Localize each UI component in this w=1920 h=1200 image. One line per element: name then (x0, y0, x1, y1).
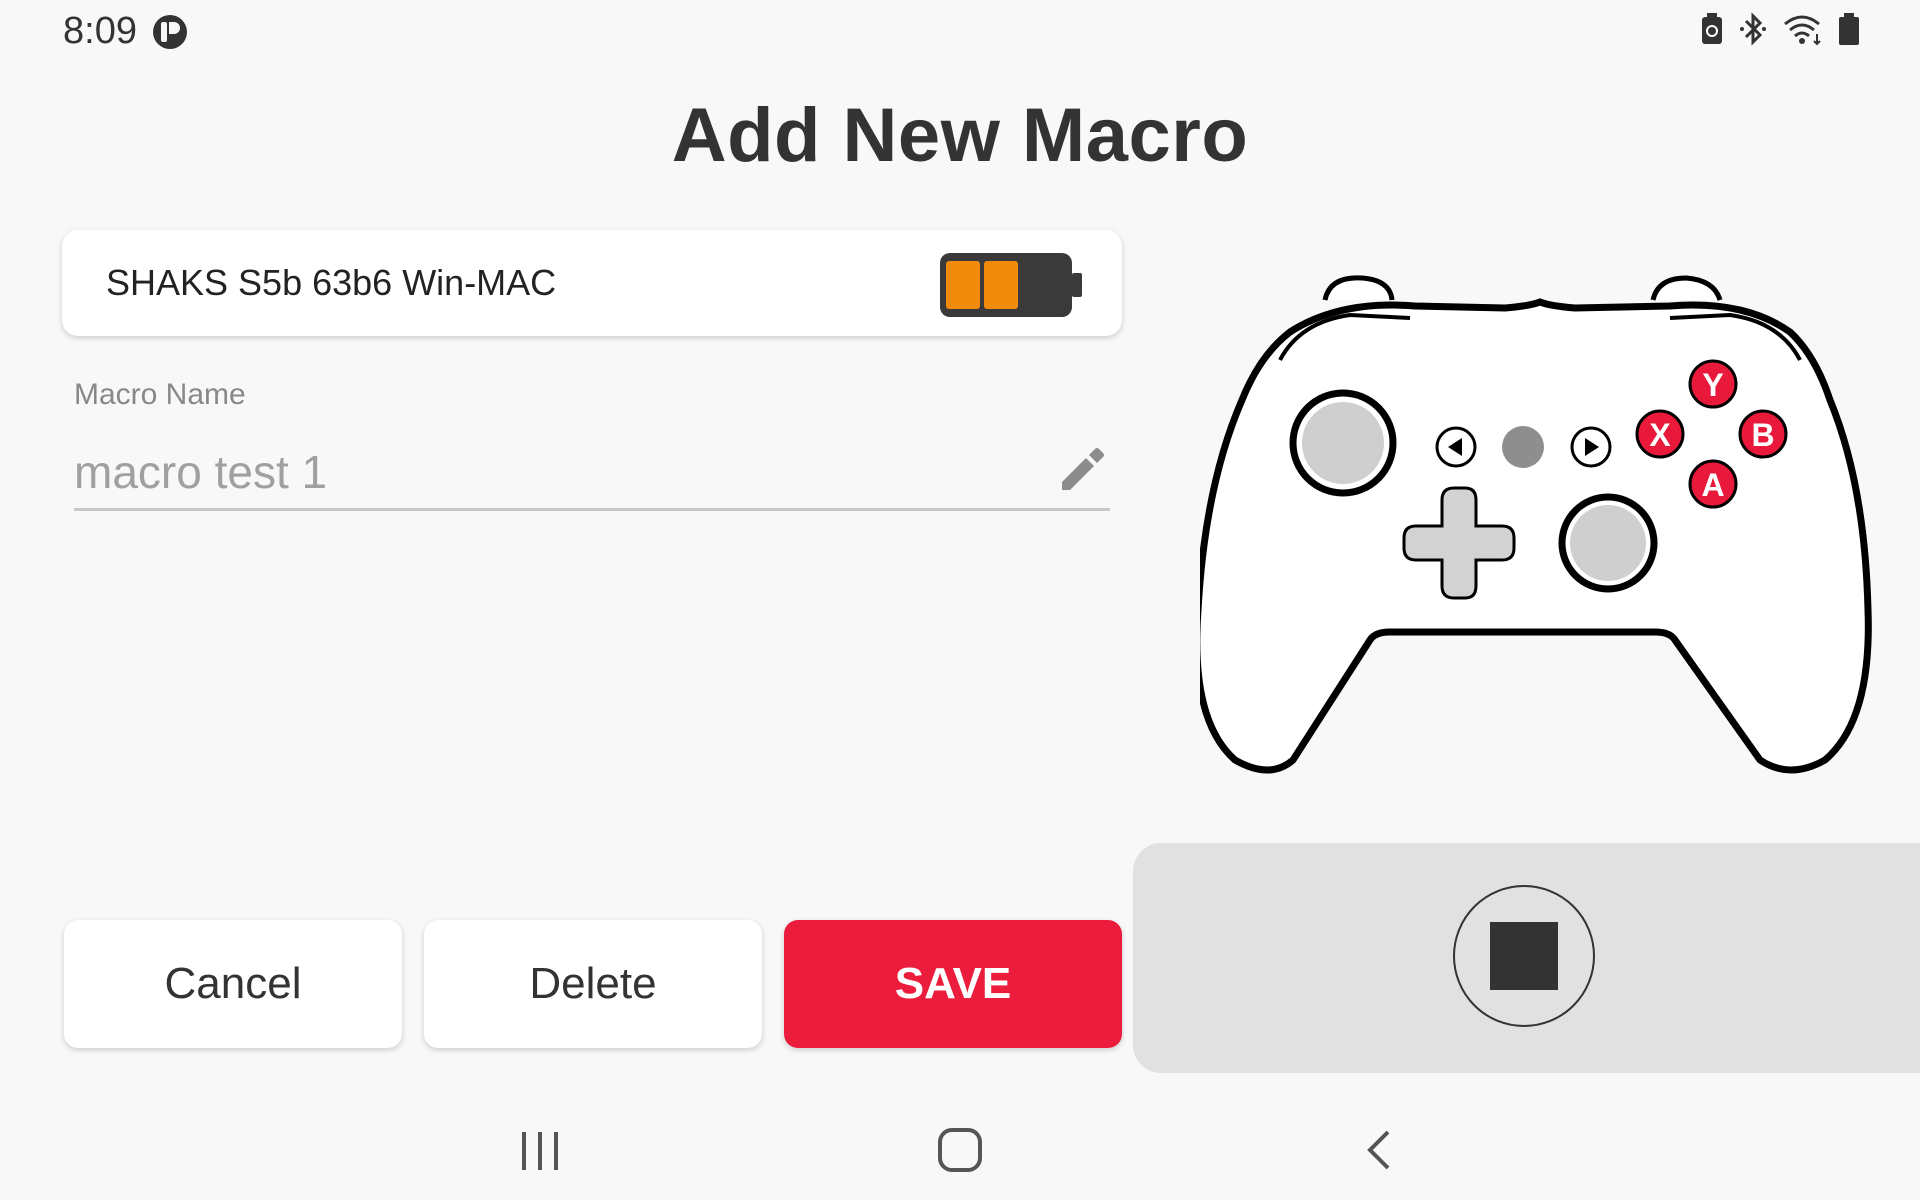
home-nav-button[interactable] (920, 1110, 1000, 1190)
controller-body (1193, 298, 1872, 774)
a-button: A (1688, 459, 1738, 509)
macro-name-label: Macro Name (74, 378, 246, 411)
left-bumper (1322, 275, 1395, 301)
cancel-button[interactable]: Cancel (64, 920, 402, 1048)
back-icon (1367, 1130, 1390, 1170)
save-button[interactable]: SAVE (784, 920, 1122, 1048)
b-button-label: B (1751, 417, 1774, 453)
status-icons (1700, 12, 1860, 46)
recents-button[interactable] (500, 1110, 580, 1190)
start-button (1570, 426, 1612, 468)
stop-recording-button[interactable] (1453, 885, 1595, 1027)
navigation-bar (0, 1100, 1920, 1200)
record-panel (1133, 843, 1920, 1073)
pencil-icon[interactable] (1054, 444, 1106, 501)
controller-illustration: Y X B A (1193, 270, 1880, 795)
home-button (1502, 426, 1544, 468)
recents-icon (522, 1132, 558, 1170)
macro-name-input[interactable] (74, 436, 1110, 511)
page-title: Add New Macro (671, 93, 1249, 178)
left-thumbstick (1289, 389, 1397, 497)
device-card[interactable]: SHAKS S5b 63b6 Win-MAC (62, 230, 1122, 336)
battery-icon (1838, 12, 1860, 46)
home-icon (938, 1128, 982, 1172)
b-button: B (1738, 409, 1788, 459)
battery-cell (984, 261, 1018, 309)
stop-icon (1490, 922, 1558, 990)
battery-cell (946, 261, 980, 309)
a-button-label: A (1701, 467, 1724, 503)
right-bumper (1650, 275, 1723, 301)
back-button[interactable] (1340, 1110, 1420, 1190)
delete-button[interactable]: Delete (424, 920, 762, 1048)
select-button (1435, 426, 1477, 468)
app-badge-icon (152, 14, 188, 50)
bluetooth-icon (1738, 12, 1768, 46)
battery-saver-icon (1700, 12, 1724, 46)
y-button: Y (1688, 359, 1738, 409)
battery-cell (1022, 261, 1056, 309)
device-name: SHAKS S5b 63b6 Win-MAC (106, 262, 557, 303)
wifi-icon (1782, 12, 1824, 46)
battery-level-icon (940, 253, 1082, 322)
x-button-label: X (1649, 417, 1671, 453)
status-time: 8:09 (63, 10, 137, 52)
right-thumbstick (1558, 493, 1658, 593)
x-button: X (1635, 409, 1685, 459)
y-button-label: Y (1702, 367, 1723, 403)
